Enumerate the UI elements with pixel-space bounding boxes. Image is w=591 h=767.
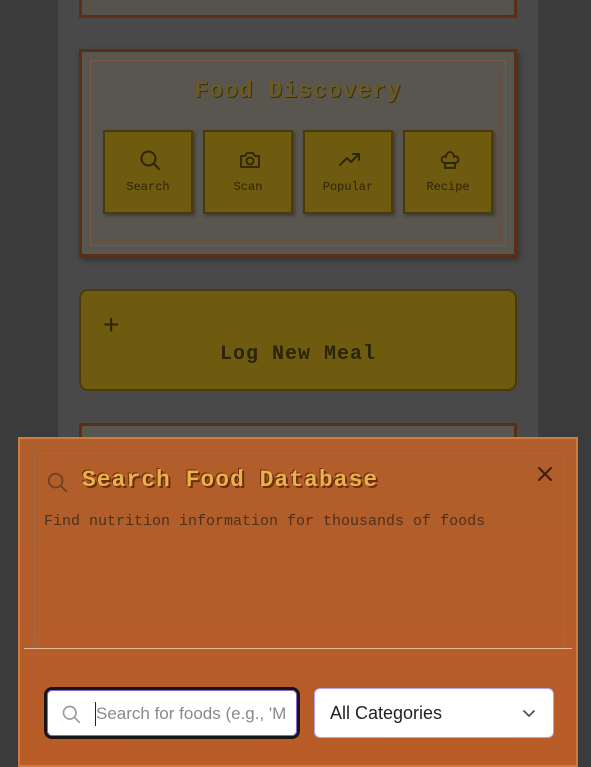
camera-icon: [240, 152, 260, 168]
category-select-value: All Categories: [330, 703, 443, 723]
search-icon: [47, 472, 68, 493]
discovery-scan-label: Scan: [233, 180, 263, 194]
plus-icon: +: [103, 309, 120, 340]
food-discovery-title: Food Discovery: [194, 78, 402, 104]
discovery-popular-button[interactable]: Popular: [303, 130, 393, 214]
search-icon: [140, 150, 160, 170]
food-search-field[interactable]: [44, 687, 300, 739]
chevron-down-icon: [523, 710, 535, 717]
category-select[interactable]: All Categories: [314, 688, 554, 738]
chef-hat-icon: [440, 151, 460, 169]
modal-description: Find nutrition information for thousands…: [44, 513, 486, 530]
divider: [24, 648, 572, 649]
close-icon[interactable]: [534, 463, 556, 485]
search-food-modal: Search Food Database Find nutrition info…: [18, 437, 578, 767]
search-icon: [62, 705, 81, 724]
discovery-search-button[interactable]: Search: [103, 130, 193, 214]
modal-title: Search Food Database: [82, 467, 379, 493]
log-new-meal-button[interactable]: + Log New Meal: [79, 289, 517, 391]
discovery-scan-button[interactable]: Scan: [203, 130, 293, 214]
trending-up-icon: [339, 153, 360, 166]
previous-card: [79, 0, 517, 18]
discovery-recipe-button[interactable]: Recipe: [403, 130, 493, 214]
food-search-input[interactable]: [95, 702, 286, 726]
discovery-recipe-label: Recipe: [426, 180, 470, 194]
discovery-popular-label: Popular: [322, 180, 374, 194]
food-discovery-card: Food Discovery Search Scan Popular Recip…: [79, 49, 517, 257]
log-new-meal-label: Log New Meal: [219, 343, 377, 366]
discovery-search-label: Search: [126, 180, 170, 194]
